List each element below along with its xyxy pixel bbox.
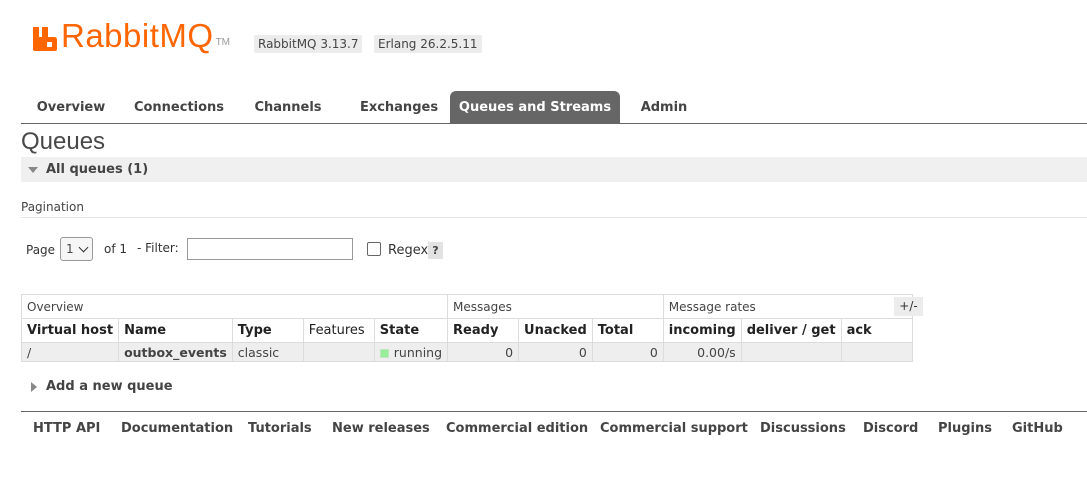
tab-queues-and-streams[interactable]: Queues and Streams — [450, 91, 620, 123]
col-name[interactable]: Name — [118, 318, 233, 343]
cell-deliver-get — [740, 342, 842, 362]
col-deliver-get[interactable]: deliver / get — [740, 318, 842, 343]
col-incoming[interactable]: incoming — [662, 318, 742, 343]
add-queue-section-toggle[interactable]: Add a new queue — [21, 378, 221, 398]
table-row[interactable]: / outbox_events classic running 0 0 0 0.… — [20, 342, 913, 362]
all-queues-section-toggle[interactable]: All queues (1) — [21, 157, 1087, 182]
col-features[interactable]: Features — [302, 318, 375, 343]
regex-label: Regex — [388, 243, 429, 258]
page-select[interactable]: 1 — [60, 237, 93, 261]
main-nav-tabs: Overview Connections Channels Exchanges … — [21, 91, 1087, 124]
cell-state: running — [373, 342, 449, 362]
cell-ack — [840, 342, 913, 362]
pagination-divider — [21, 217, 1087, 218]
filter-input[interactable] — [187, 238, 353, 260]
toggle-columns-button[interactable]: +/- — [894, 297, 923, 316]
footer-divider — [21, 411, 1087, 412]
footer-link-tutorials[interactable]: Tutorials — [248, 421, 312, 436]
all-queues-label: All queues (1) — [46, 162, 149, 177]
col-total[interactable]: Total — [591, 318, 664, 343]
chevron-down-icon — [78, 242, 89, 253]
tab-connections[interactable]: Connections — [121, 91, 237, 123]
triangle-right-icon — [31, 382, 37, 392]
col-unacked[interactable]: Unacked — [518, 318, 593, 343]
footer-link-commercial-support[interactable]: Commercial support — [600, 421, 748, 436]
footer-link-discord[interactable]: Discord — [863, 421, 918, 436]
col-type[interactable]: Type — [231, 318, 304, 343]
footer-link-github[interactable]: GitHub — [1012, 421, 1063, 436]
page-count-label: of 1 — [104, 242, 128, 256]
group-messages: Messages — [447, 294, 664, 319]
logo-trademark: TM — [215, 37, 231, 48]
queues-table: Overview Messages Message rates Virtual … — [20, 294, 913, 362]
group-message-rates: Message rates — [662, 294, 913, 319]
page-title: Queues — [21, 128, 106, 155]
rabbitmq-version-badge: RabbitMQ 3.13.7 — [254, 35, 363, 53]
cell-type: classic — [231, 342, 304, 362]
col-ready[interactable]: Ready — [447, 318, 520, 343]
logo-wordmark: RabbitMQ — [61, 17, 214, 54]
table-column-header-row: Virtual host Name Type Features State Re… — [20, 318, 913, 343]
tab-admin[interactable]: Admin — [632, 91, 696, 123]
footer-link-http-api[interactable]: HTTP API — [33, 421, 100, 436]
rabbitmq-logo-icon — [32, 24, 58, 52]
cell-total: 0 — [591, 342, 664, 362]
cell-features — [302, 342, 375, 362]
footer-link-commercial-edition[interactable]: Commercial edition — [446, 421, 588, 436]
col-virtual-host[interactable]: Virtual host — [20, 318, 120, 343]
footer-link-documentation[interactable]: Documentation — [121, 421, 233, 436]
page-label: Page — [26, 243, 56, 257]
triangle-down-icon — [28, 167, 38, 173]
table-group-header-row: Overview Messages Message rates — [20, 294, 913, 319]
footer-link-new-releases[interactable]: New releases — [332, 421, 430, 436]
page-select-value: 1 — [66, 242, 74, 256]
state-running-icon — [379, 348, 389, 358]
state-label: running — [393, 344, 443, 360]
erlang-version-badge: Erlang 26.2.5.11 — [374, 35, 482, 53]
tab-channels[interactable]: Channels — [242, 91, 334, 123]
add-queue-label: Add a new queue — [46, 379, 173, 394]
regex-help-button[interactable]: ? — [428, 242, 443, 259]
col-ack[interactable]: ack — [840, 318, 913, 343]
rabbitmq-logo[interactable]: RabbitMQ TM — [32, 18, 230, 52]
tab-exchanges[interactable]: Exchanges — [343, 91, 455, 123]
cell-vhost: / — [20, 342, 120, 362]
group-overview: Overview — [20, 294, 449, 319]
col-state[interactable]: State — [373, 318, 449, 343]
cell-queue-name-link[interactable]: outbox_events — [118, 342, 233, 362]
filter-label: - Filter: — [137, 241, 179, 255]
pagination-label: Pagination — [21, 200, 84, 214]
regex-checkbox[interactable] — [367, 242, 381, 256]
cell-unacked: 0 — [518, 342, 593, 362]
footer-link-discussions[interactable]: Discussions — [760, 421, 846, 436]
cell-ready: 0 — [447, 342, 520, 362]
cell-incoming: 0.00/s — [662, 342, 742, 362]
footer-link-plugins[interactable]: Plugins — [938, 421, 992, 436]
